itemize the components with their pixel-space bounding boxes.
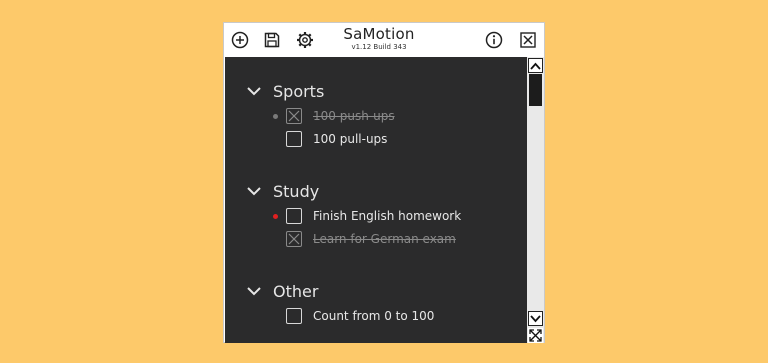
title-block: SaMotion v1.12 Build 343 [324, 26, 434, 52]
chevron-down-icon [247, 87, 261, 96]
section-title: Study [273, 181, 320, 201]
title-bar: SaMotion v1.12 Build 343 [224, 23, 544, 56]
add-icon[interactable] [230, 30, 250, 50]
checkbox[interactable] [286, 208, 302, 224]
samotion-window: SaMotion v1.12 Build 343 Sports 100 push… [223, 22, 545, 343]
task-label: 100 pull-ups [313, 132, 388, 146]
priority-dot [273, 214, 278, 219]
checkbox[interactable] [286, 308, 302, 324]
chevron-down-icon [247, 187, 261, 196]
section-header-sports[interactable]: Sports [247, 80, 324, 102]
chevron-down-icon [247, 287, 261, 296]
expand-arrows-icon [529, 329, 542, 342]
section-header-other[interactable]: Other [247, 280, 318, 302]
task-list-panel: Sports 100 push-ups 100 pull-ups Study F… [225, 57, 527, 343]
section-header-study[interactable]: Study [247, 180, 319, 202]
chevron-down-icon [530, 314, 541, 322]
scroll-thumb[interactable] [529, 74, 542, 106]
priority-dot [273, 114, 278, 119]
task-label: Learn for German exam [313, 232, 456, 246]
vertical-scrollbar[interactable] [527, 57, 544, 343]
task-label: Count from 0 to 100 [313, 309, 435, 323]
checkbox-checked[interactable] [286, 231, 302, 247]
checkbox[interactable] [286, 131, 302, 147]
task-label: Finish English homework [313, 209, 462, 223]
section-title: Other [273, 281, 319, 301]
chevron-up-icon [530, 62, 541, 70]
resize-handle[interactable] [528, 328, 543, 343]
scroll-up-button[interactable] [528, 58, 543, 73]
app-title: SaMotion [343, 25, 415, 43]
save-icon[interactable] [262, 30, 282, 50]
section-title: Sports [273, 81, 325, 101]
close-icon[interactable] [518, 30, 538, 50]
info-icon[interactable] [484, 30, 504, 50]
app-version: v1.12 Build 343 [351, 43, 407, 51]
scroll-down-button[interactable] [528, 311, 543, 326]
checkbox-checked[interactable] [286, 108, 302, 124]
settings-icon[interactable] [295, 30, 315, 50]
task-label: 100 push-ups [313, 109, 395, 123]
